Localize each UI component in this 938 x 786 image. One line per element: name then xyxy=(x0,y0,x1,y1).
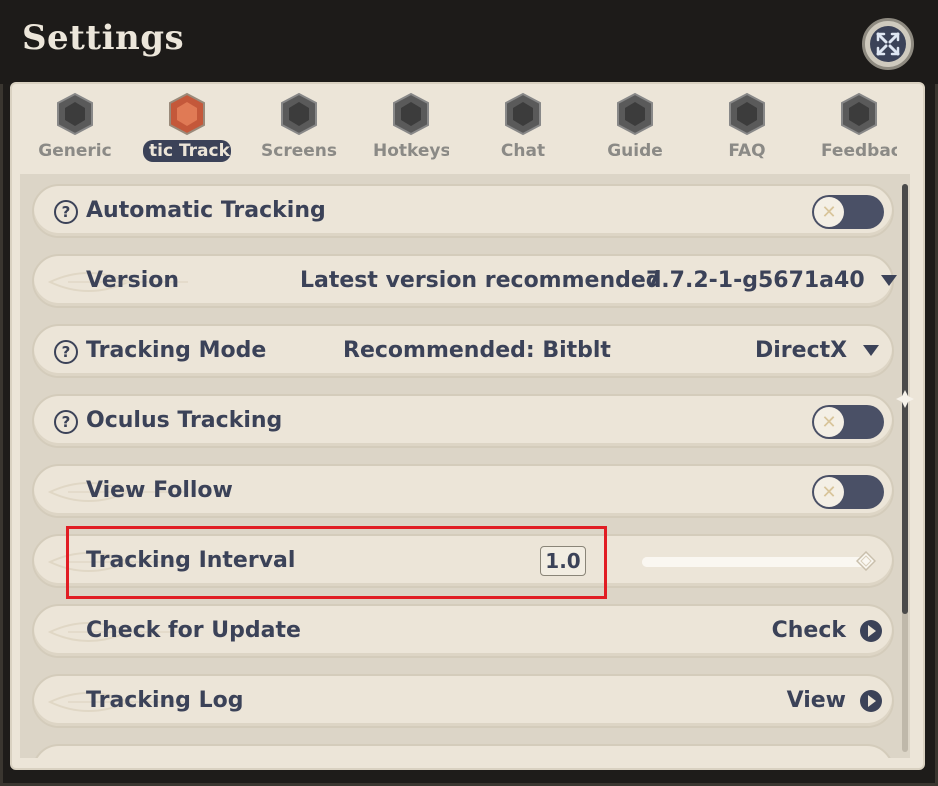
view-label: View xyxy=(786,688,846,713)
play-arrow-icon xyxy=(860,619,882,642)
row-version: Version Latest version recommended 7.7.2… xyxy=(32,254,897,308)
tab-label: Screensh xyxy=(261,141,337,161)
row-label: Automatic Tracking xyxy=(86,198,326,223)
tracking-mode-value: DirectX xyxy=(755,338,848,363)
tab-bar: Generic tic Track Screensh Hotkeys Chat … xyxy=(14,88,914,168)
chevron-down-icon xyxy=(880,275,897,286)
chevron-down-icon xyxy=(863,345,880,356)
tab-label: tic Track xyxy=(143,140,231,162)
check-update-button[interactable]: Check xyxy=(772,618,882,643)
tab-label: Feedback xyxy=(821,141,897,161)
tab-feedback[interactable]: Feedback xyxy=(803,88,915,168)
row-label: Tracking Mode xyxy=(86,338,267,363)
tab-generic[interactable]: Generic xyxy=(19,88,131,168)
toggle-off-icon: ✕ xyxy=(814,407,844,437)
toggle-off-icon: ✕ xyxy=(814,197,844,227)
scrollbar[interactable] xyxy=(902,184,908,752)
help-icon[interactable]: ? xyxy=(54,410,78,434)
row-check-update: Check for Update Check xyxy=(32,604,894,658)
row-tracking-log: Tracking Log View xyxy=(32,674,894,728)
tab-label: FAQ xyxy=(728,141,766,161)
tracking-mode-hint: Recommended: Bitblt xyxy=(343,338,611,363)
check-label: Check xyxy=(771,618,846,643)
oculus-tracking-toggle[interactable]: ✕ xyxy=(812,405,884,439)
tab-faq[interactable]: FAQ xyxy=(691,88,803,168)
tab-label: Chat xyxy=(500,141,546,161)
tab-screenshot[interactable]: Screensh xyxy=(243,88,355,168)
gem-icon xyxy=(505,92,541,136)
tab-label: Hotkeys xyxy=(373,141,449,161)
title-bar: Settings xyxy=(0,0,938,84)
gem-icon xyxy=(57,92,93,136)
tab-label: Generic xyxy=(38,141,112,161)
slider-thumb[interactable] xyxy=(856,551,876,571)
row-oculus-tracking: ? Oculus Tracking ✕ xyxy=(32,394,894,448)
gem-icon xyxy=(841,92,877,136)
tracking-mode-dropdown[interactable]: DirectX xyxy=(755,338,880,363)
row-view-follow: View Follow ✕ xyxy=(32,464,894,518)
close-button[interactable] xyxy=(862,18,914,70)
window-title: Settings xyxy=(22,18,185,58)
version-dropdown[interactable]: 7.7.2-1-g5671a40 xyxy=(646,268,897,293)
row-label: Check for Update xyxy=(86,618,301,643)
play-arrow-icon xyxy=(860,689,882,712)
row-label: View Follow xyxy=(86,478,233,503)
tab-automatic-tracking[interactable]: tic Track xyxy=(131,88,243,168)
scroll-marker-icon xyxy=(896,390,914,408)
gem-icon xyxy=(393,92,429,136)
row-label: Version xyxy=(86,268,180,293)
tab-label: Guide xyxy=(607,141,663,161)
automatic-tracking-toggle[interactable]: ✕ xyxy=(812,195,884,229)
row-automatic-tracking: ? Automatic Tracking ✕ xyxy=(32,184,894,238)
help-icon[interactable]: ? xyxy=(54,340,78,364)
row-label: Tracking Log xyxy=(86,688,244,713)
row-tracking-interval: Tracking Interval 1.0 xyxy=(32,534,894,588)
row-label: Oculus Tracking xyxy=(86,408,283,433)
help-icon[interactable]: ? xyxy=(54,200,78,224)
version-hint: Latest version recommended xyxy=(300,268,662,293)
gem-icon xyxy=(169,92,205,136)
tracking-interval-input[interactable]: 1.0 xyxy=(540,546,586,576)
view-follow-toggle[interactable]: ✕ xyxy=(812,475,884,509)
gem-icon xyxy=(281,92,317,136)
tab-hotkeys[interactable]: Hotkeys xyxy=(355,88,467,168)
tab-chat[interactable]: Chat xyxy=(467,88,579,168)
tracking-interval-slider[interactable] xyxy=(642,551,876,571)
tab-guide[interactable]: Guide xyxy=(579,88,691,168)
view-log-button[interactable]: View xyxy=(787,688,882,713)
gem-icon xyxy=(729,92,765,136)
row-label: Tracking Interval xyxy=(86,548,296,573)
row-tracking-mode: ? Tracking Mode Recommended: Bitblt Dire… xyxy=(32,324,894,378)
version-value: 7.7.2-1-g5671a40 xyxy=(646,268,865,293)
slider-fill xyxy=(642,557,866,567)
close-icon xyxy=(870,26,906,62)
gem-icon xyxy=(617,92,653,136)
row-partial xyxy=(32,744,894,758)
settings-list: ? Automatic Tracking ✕ Version Latest ve… xyxy=(20,174,910,758)
toggle-off-icon: ✕ xyxy=(814,477,844,507)
